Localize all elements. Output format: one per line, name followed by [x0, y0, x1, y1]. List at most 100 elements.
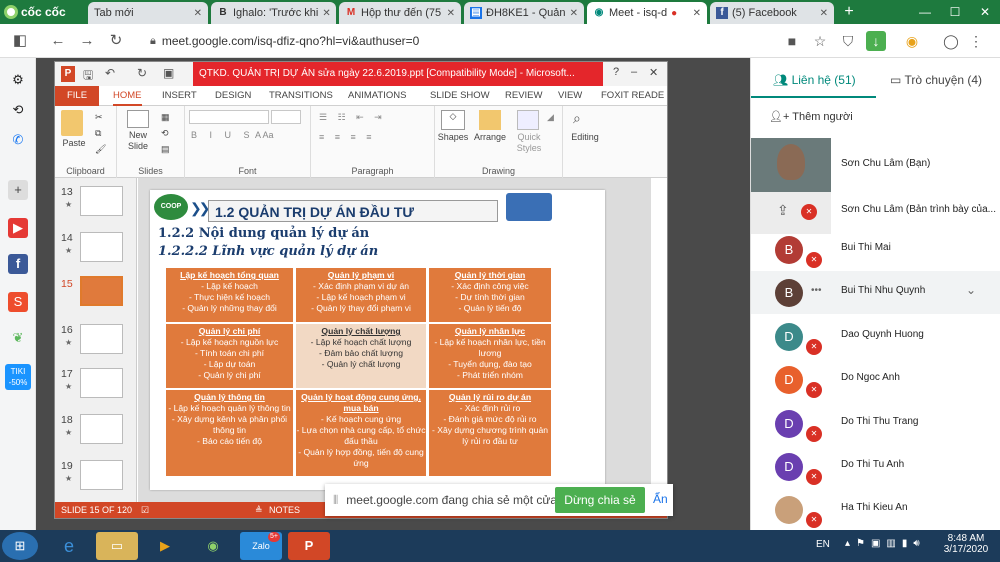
tab-facebook[interactable]: f (5) Facebook ✕ — [710, 2, 834, 24]
account-icon[interactable]: ◯ — [941, 31, 961, 51]
slide-thumbnail[interactable] — [80, 460, 123, 490]
tab-view[interactable]: VIEW — [558, 86, 582, 106]
quick-styles-line1[interactable]: Quick — [513, 132, 545, 142]
tab-slide-show[interactable]: SLIDE SHOW — [430, 86, 490, 106]
more-icon[interactable]: ••• — [811, 285, 822, 296]
powerpoint-taskbar-icon[interactable]: P — [288, 532, 330, 560]
tab-design[interactable]: DESIGN — [215, 86, 251, 106]
participant-row[interactable]: D ✕ Dao Quynh Huong — [751, 315, 1000, 358]
facebook-icon[interactable]: f — [8, 254, 28, 274]
tab-file[interactable]: FILE — [55, 86, 99, 106]
hide-button[interactable]: Ẩn — [653, 492, 668, 506]
slide-thumbnail[interactable] — [80, 232, 123, 262]
file-explorer-icon[interactable]: ▭ — [96, 532, 138, 560]
save-icon[interactable]: 🖫︎ — [83, 66, 93, 87]
tab-chat[interactable]: ▭ Trò chuyện (4) — [876, 62, 1000, 98]
star-icon[interactable]: ☆ — [810, 31, 830, 51]
find-icon[interactable]: ⌕ — [573, 110, 581, 127]
participant-row[interactable]: D ✕ Do Ngoc Anh — [751, 358, 1000, 401]
minimize-icon[interactable]: – — [631, 66, 637, 78]
sidebar-toggle-icon[interactable]: ◧ — [10, 31, 30, 51]
url-field[interactable]: 🔒︎ meet.google.com/isq-dfiz-qno?hl=vi&aut… — [150, 29, 840, 53]
layout-icon[interactable]: ▦ — [161, 112, 170, 123]
undo-icon[interactable]: ↶ — [105, 66, 115, 80]
quick-styles-line2[interactable]: Styles — [513, 143, 545, 153]
settings-icon[interactable]: ⚙ — [8, 70, 28, 90]
chevron-down-icon[interactable]: ⌄ — [966, 283, 976, 297]
notes-button[interactable]: NOTES — [269, 502, 300, 518]
tab-gmail[interactable]: M Hộp thư đến (75 ✕ — [339, 2, 461, 24]
arrange-icon[interactable] — [479, 110, 501, 130]
menu-icon[interactable]: ⋮ — [966, 31, 986, 51]
slide-thumbnail[interactable] — [80, 414, 123, 444]
tab-meet[interactable]: ◉ Meet - isq-d ● ✕ — [587, 2, 707, 24]
slide-thumbnails[interactable]: 13 ★ 14 ★ 15 16 ★ 17 ★ 18 ★ 19 ★ — [55, 178, 137, 502]
new-slide-button-line2[interactable]: Slide — [123, 141, 153, 151]
shapes-button[interactable]: Shapes — [437, 132, 469, 142]
help-icon[interactable]: ? — [613, 66, 619, 78]
font-style-buttons[interactable]: B I U S — [191, 130, 255, 140]
tab-ighalo[interactable]: B Ighalo: 'Trước khi ✕ — [211, 2, 336, 24]
tab-review[interactable]: REVIEW — [505, 86, 542, 106]
slide-thumbnail[interactable] — [80, 186, 123, 216]
shape-fill-icon[interactable]: ◢ — [547, 112, 554, 123]
close-icon[interactable]: ✕ — [649, 66, 658, 79]
media-player-icon[interactable]: ▶ — [144, 532, 186, 560]
new-slide-icon[interactable] — [127, 110, 149, 128]
tab-animations[interactable]: ANIMATIONS — [348, 86, 406, 106]
new-slide-button-line1[interactable]: New — [123, 130, 153, 140]
close-icon[interactable]: ✕ — [570, 8, 578, 19]
add-people-button[interactable]: 👤︎+ Thêm người — [769, 110, 853, 123]
participant-row[interactable]: B ✕ Bui Thi Mai — [751, 228, 1000, 271]
close-icon[interactable]: ✕ — [194, 8, 202, 19]
tab-transitions[interactable]: TRANSITIONS — [269, 86, 333, 106]
forward-icon[interactable]: → — [77, 31, 97, 51]
close-icon[interactable]: ✕ — [693, 8, 701, 19]
editing-button[interactable]: Editing — [565, 132, 605, 142]
tab-people[interactable]: 👥︎ Liên hệ (51) — [751, 62, 876, 98]
align-icon[interactable]: ≡ ≡ ≡ ≡ — [319, 132, 376, 142]
drag-handle-icon[interactable]: ⦀ — [333, 493, 338, 508]
back-icon[interactable]: ← — [48, 31, 68, 51]
spellcheck-icon[interactable]: ☑ — [141, 502, 149, 518]
messenger-icon[interactable]: ✆ — [8, 130, 28, 150]
tiki-icon[interactable]: TIKI -50% — [5, 364, 31, 390]
tab-new[interactable]: Tab mới ✕ — [88, 2, 208, 24]
shopee-icon[interactable]: S — [8, 292, 28, 312]
minimize-icon[interactable]: — — [910, 0, 940, 24]
list-icon[interactable]: ☰ ☷ ⇤ ⇥ — [319, 112, 386, 123]
extension-icon[interactable]: ◉ — [902, 31, 922, 51]
shapes-icon[interactable]: ◇ — [441, 110, 465, 130]
notes-icon[interactable]: ≜ — [255, 502, 263, 518]
clock[interactable]: 8:48 AM 3/17/2020 — [936, 533, 996, 555]
slide-thumbnail-selected[interactable] — [80, 276, 123, 306]
paste-button[interactable]: Paste — [59, 138, 89, 148]
tab-insert[interactable]: INSERT — [162, 86, 197, 106]
font-color-icon[interactable]: A Aa — [255, 130, 274, 140]
font-size-box[interactable] — [271, 110, 301, 124]
maximize-icon[interactable]: ☐ — [940, 0, 970, 24]
history-icon[interactable]: ⟲ — [8, 100, 28, 120]
ie-icon[interactable]: e — [48, 532, 90, 560]
slide-thumbnail[interactable] — [80, 368, 123, 398]
participant-row[interactable]: D ✕ Do Thi Tu Anh — [751, 445, 1000, 488]
close-icon[interactable]: ✕ — [447, 8, 455, 19]
download-icon[interactable]: ↓ — [866, 31, 886, 51]
shield-icon[interactable]: ⛉ — [838, 31, 858, 51]
close-icon[interactable]: ✕ — [322, 8, 330, 19]
tab-home[interactable]: HOME — [113, 86, 142, 106]
tab-classroom[interactable]: ▤ ĐH8KE1 - Quản ✕ — [464, 2, 584, 24]
coccoc-taskbar-icon[interactable]: ◉ — [192, 532, 234, 560]
camera-icon[interactable]: ■ — [782, 31, 802, 51]
stop-sharing-button[interactable]: Dừng chia sẻ — [555, 487, 645, 513]
participant-row[interactable]: B ••• Bui Thi Nhu Quynh ⌄ — [751, 271, 1000, 314]
tray-icons[interactable]: ▴⚑▣▥▮🔊︎ — [845, 538, 926, 549]
participant-row[interactable]: Sơn Chu Lâm (Bạn) — [751, 138, 1000, 192]
close-window-icon[interactable]: ✕ — [970, 0, 1000, 24]
reset-icon[interactable]: ⟲ — [161, 128, 169, 139]
youtube-icon[interactable]: ▶ — [8, 218, 28, 238]
paste-icon[interactable] — [61, 110, 83, 136]
slide-thumbnail[interactable] — [80, 324, 123, 354]
slideshow-icon[interactable]: ▣ — [163, 66, 174, 80]
copy-icon[interactable]: ⧉ — [95, 128, 101, 139]
